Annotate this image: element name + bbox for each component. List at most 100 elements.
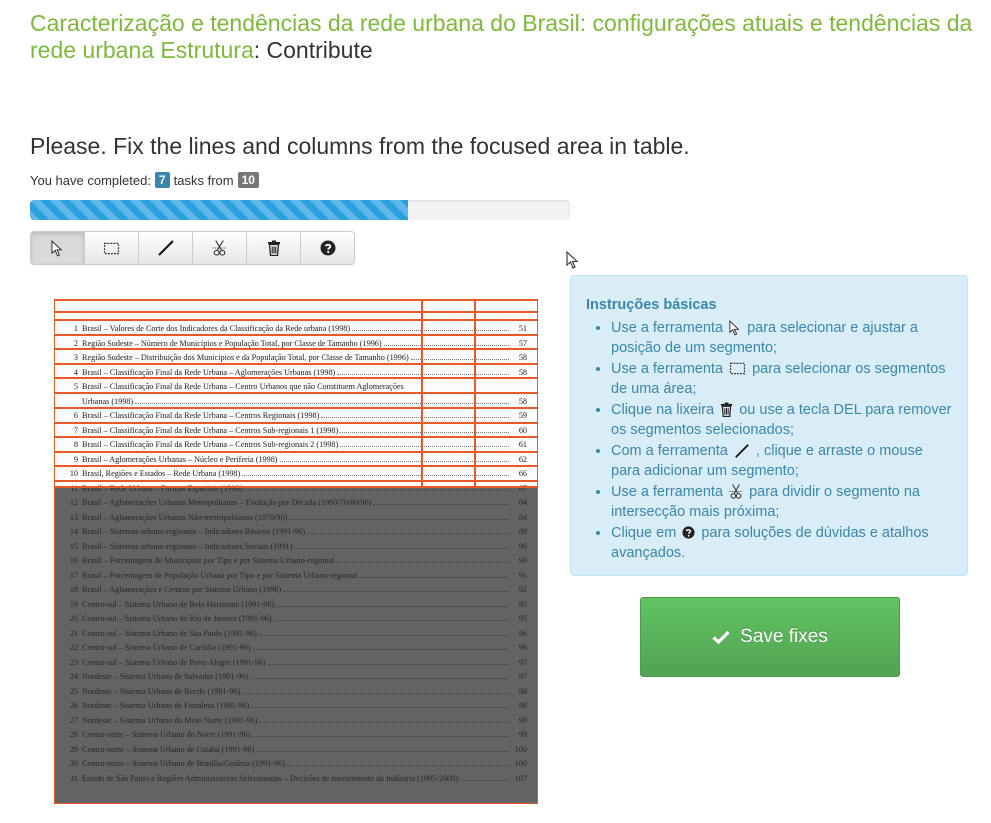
row-page-number: 57 xyxy=(518,338,527,348)
row-page-number: 89 xyxy=(518,527,527,536)
row-number: 11 xyxy=(70,483,78,493)
scissors-tool-button[interactable] xyxy=(193,232,247,264)
row-page-number: 66 xyxy=(518,469,527,478)
row-number: 23 xyxy=(69,657,78,667)
row-title: Centro-sul – Sistema Urbano de Porto Ale… xyxy=(82,657,266,667)
row-leader-dots xyxy=(250,678,509,679)
row-page-number: 90 xyxy=(518,556,527,565)
line-tool-button[interactable] xyxy=(139,232,193,264)
row-page-number: 51 xyxy=(518,324,527,333)
project-title-link[interactable]: Caracterização e tendências da rede urba… xyxy=(30,10,972,63)
row-title: Nordeste – Sistema Urbano do Meio Norte … xyxy=(82,715,258,725)
row-title: Brasil – Classificação Final da Rede Urb… xyxy=(82,440,339,449)
row-title: Brasil – Porcentagem de População Urbana… xyxy=(82,570,358,580)
row-separator-segment[interactable] xyxy=(54,407,538,409)
row-title: Brasil – Classificação Final da Rede Urb… xyxy=(82,382,404,391)
row-leader-dots xyxy=(242,692,509,694)
row-title: Região Sudeste – Distribuição dos Municí… xyxy=(82,353,409,362)
row-leader-dots xyxy=(340,446,509,447)
row-leader-dots xyxy=(373,504,509,505)
row-separator-segment[interactable] xyxy=(54,299,538,301)
instruction-text-before: Use a ferramenta xyxy=(611,360,724,377)
document-table-row: 1 Brasil – Valores de Corte dos Indicador… xyxy=(62,320,527,333)
row-page-number: 90 xyxy=(518,541,527,551)
row-page-number: 107 xyxy=(514,773,527,783)
scissors-icon xyxy=(212,239,227,257)
row-separator-segment[interactable] xyxy=(54,348,538,350)
task-prompt: Please. Fix the lines and columns from t… xyxy=(30,133,690,159)
row-page-number: 60 xyxy=(518,425,527,435)
document-table-row: 16 Brasil – Porcentagem de Municípios por… xyxy=(62,552,527,565)
row-title: Brasil – Sistemas urbano-regionais – Ind… xyxy=(82,527,306,536)
row-number: 14 xyxy=(69,527,78,536)
row-separator-segment[interactable] xyxy=(54,480,538,482)
row-leader-dots xyxy=(258,634,509,636)
save-fixes-button[interactable]: Save fixes xyxy=(640,597,900,677)
row-page-number: 59 xyxy=(518,411,527,420)
document-image[interactable]: 1 Brasil – Valores de Corte dos Indicador… xyxy=(54,299,538,804)
instructions-heading: Instruções básicas xyxy=(586,297,717,313)
row-number: 3 xyxy=(73,353,78,362)
row-separator-segment[interactable] xyxy=(54,311,538,313)
row-separator-segment[interactable] xyxy=(54,392,538,394)
row-leader-dots xyxy=(359,576,509,578)
row-title: Brasil – Aglomerações e Centros por Sist… xyxy=(82,585,282,594)
title-suffix: : Contribute xyxy=(253,37,373,63)
row-title: Brasil – Rede Urbana – Formas Espaciais … xyxy=(82,483,243,493)
delete-tool-button[interactable] xyxy=(247,232,301,264)
row-separator-segment[interactable] xyxy=(54,363,538,365)
row-number: 7 xyxy=(73,425,78,435)
row-page-number: 98 xyxy=(518,701,527,710)
document-table-row: 22 Centro-sul – Sistema Urbano de Curitib… xyxy=(62,639,527,652)
column-separator-segment[interactable] xyxy=(421,299,423,487)
row-separator-segment[interactable] xyxy=(54,377,538,379)
row-separator-segment[interactable] xyxy=(54,465,538,467)
row-page-number: 58 xyxy=(518,396,527,406)
row-separator-segment[interactable] xyxy=(54,334,538,336)
document-table-row: 31 Estado de São Paulo e Regiões Administ… xyxy=(62,770,527,783)
row-number: 31 xyxy=(69,773,78,783)
row-number: 22 xyxy=(69,643,78,652)
row-leader-dots xyxy=(276,605,509,607)
row-title: Centro-sul – Sistema Urbano de Belo Hori… xyxy=(82,599,275,609)
row-number: 17 xyxy=(69,570,78,580)
total-count-badge: 10 xyxy=(237,172,259,188)
row-title: Nordeste – Sistema Urbano de Recife (199… xyxy=(82,686,241,696)
row-title: Centro-norte – Sistema Urbano do Norte (… xyxy=(82,730,251,739)
pointer-icon xyxy=(729,320,741,336)
scissors-icon xyxy=(729,483,743,500)
completed-count-badge: 7 xyxy=(154,172,170,188)
row-separator-segment[interactable] xyxy=(54,451,538,453)
instruction-item: Com a ferramenta , clique e arraste o mo… xyxy=(611,441,953,482)
document-table-row: 24 Nordeste – Sistema Urbano de Salvador … xyxy=(62,668,527,681)
question-icon xyxy=(682,526,695,539)
select-tool-button[interactable] xyxy=(31,232,85,264)
row-title: Centro-norte – Sistema Urbano de Brasíli… xyxy=(82,759,285,768)
row-title: Centro-sul – Sistema Urbano do Rio de Ja… xyxy=(82,614,272,623)
row-title: Centro-sul – Sistema Urbano de Curitiba … xyxy=(82,643,251,652)
save-fixes-label: Save fixes xyxy=(740,626,828,647)
area-select-tool-button[interactable] xyxy=(85,232,139,264)
row-separator-segment[interactable] xyxy=(54,486,538,488)
instruction-item: Use a ferramenta para dividir o segmento… xyxy=(611,482,953,523)
row-separator-segment[interactable] xyxy=(54,422,538,424)
row-page-number: 95 xyxy=(518,599,527,609)
row-number: 9 xyxy=(73,454,78,464)
row-number: 1 xyxy=(73,324,78,333)
column-separator-segment[interactable] xyxy=(474,299,476,487)
page-title: Caracterização e tendências da rede urba… xyxy=(30,10,980,64)
tool-toolbar xyxy=(30,231,355,265)
row-leader-dots xyxy=(244,489,509,491)
row-page-number: 99 xyxy=(518,715,527,725)
row-title: Região Sudeste – Número de Municípios e … xyxy=(82,338,382,348)
row-number: 21 xyxy=(69,628,78,638)
document-table-row: 19 Centro-sul – Sistema Urbano de Belo Ho… xyxy=(62,596,527,609)
row-leader-dots xyxy=(352,330,509,331)
help-tool-button[interactable] xyxy=(301,232,354,264)
row-separator-segment[interactable] xyxy=(54,319,538,321)
row-title: Brasil – Valores de Corte dos Indicadore… xyxy=(82,324,351,333)
row-title: Estado de São Paulo e Regiões Administra… xyxy=(82,773,459,783)
row-page-number: 58 xyxy=(518,367,527,377)
row-title: Brasil – Classificação Final da Rede Urb… xyxy=(82,367,336,377)
row-separator-segment[interactable] xyxy=(54,436,538,438)
